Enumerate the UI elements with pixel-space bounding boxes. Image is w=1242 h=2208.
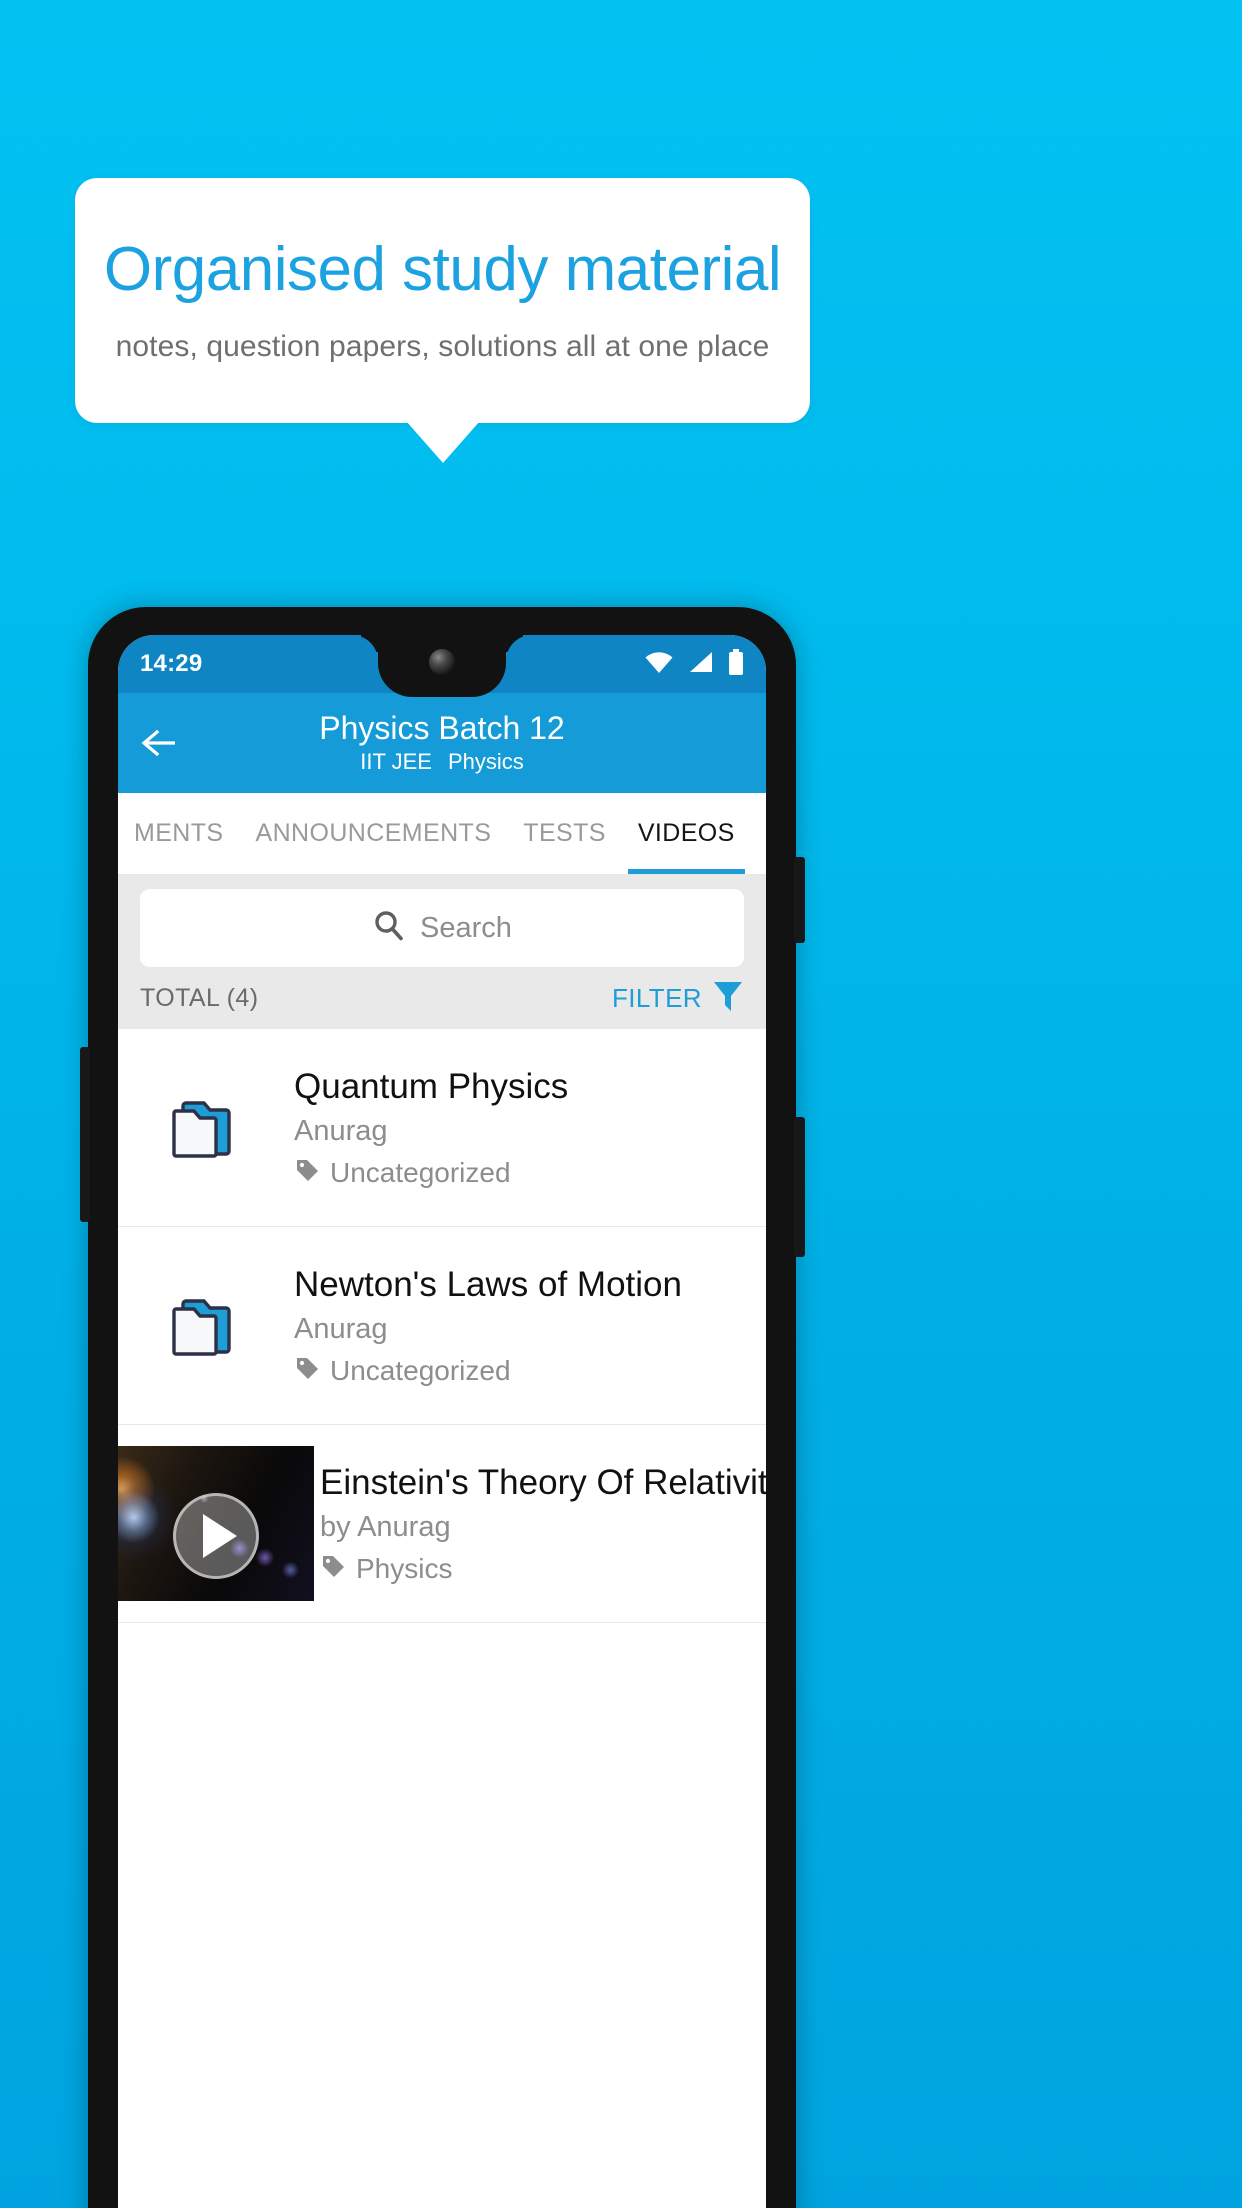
video-thumbnail[interactable] xyxy=(118,1446,314,1601)
tab-label: MENTS xyxy=(134,819,224,847)
tab-tests[interactable]: TESTS xyxy=(507,793,622,874)
list-item[interactable]: Quantum Physics Anurag Uncategorized xyxy=(118,1029,766,1227)
list-item-title: Quantum Physics xyxy=(294,1067,569,1107)
list-item-title: Einstein's Theory Of Relativity xyxy=(320,1463,766,1503)
back-arrow-icon[interactable] xyxy=(136,720,182,766)
list-item-tag: Uncategorized xyxy=(294,1355,750,1387)
breadcrumb: IIT JEE Physics xyxy=(360,749,524,775)
status-bar: 14:29 xyxy=(118,635,766,697)
list-item-text: Quantum Physics Anurag Uncategorized xyxy=(288,1054,766,1201)
phone-power-button[interactable] xyxy=(794,857,805,943)
wifi-icon xyxy=(644,650,674,679)
tab-bar[interactable]: MENTS ANNOUNCEMENTS TESTS VIDEOS xyxy=(118,793,766,875)
tab-label: ANNOUNCEMENTS xyxy=(255,819,492,847)
tab-announcements[interactable]: ANNOUNCEMENTS xyxy=(240,793,508,874)
filter-label: FILTER xyxy=(611,982,702,1013)
app-bar-titles: Physics Batch 12 IIT JEE Physics xyxy=(118,710,766,775)
list-item-text: Newton's Laws of Motion Anurag Uncategor… xyxy=(288,1252,766,1399)
tab-assignments[interactable]: MENTS xyxy=(118,793,240,874)
promo-bubble-tail xyxy=(406,421,480,463)
tag-label: Physics xyxy=(356,1552,453,1584)
status-bar-clock: 14:29 xyxy=(140,650,203,677)
phone-screen: 14:29 Physics Batch 12 IIT JEE Physics M… xyxy=(118,635,766,2208)
play-icon[interactable] xyxy=(173,1492,259,1579)
app-bar: Physics Batch 12 IIT JEE Physics xyxy=(118,693,766,793)
breadcrumb-exam: IIT JEE xyxy=(360,748,432,774)
search-input[interactable]: Search xyxy=(140,889,744,967)
tab-label: TESTS xyxy=(523,819,606,847)
list-item[interactable]: Einstein's Theory Of Relativity by Anura… xyxy=(118,1425,766,1623)
tag-icon xyxy=(294,1355,320,1386)
list-toolbar: TOTAL (4) FILTER xyxy=(118,967,766,1029)
list-item[interactable]: Newton's Laws of Motion Anurag Uncategor… xyxy=(118,1227,766,1425)
filter-icon xyxy=(712,979,744,1018)
front-camera-icon xyxy=(429,649,455,675)
list-item-tag: Uncategorized xyxy=(294,1157,750,1189)
list-item-title: Newton's Laws of Motion xyxy=(294,1265,682,1305)
folder-icon xyxy=(118,1091,288,1165)
tag-icon xyxy=(320,1553,346,1584)
phone-left-button[interactable] xyxy=(80,1047,90,1222)
list-item-text: Einstein's Theory Of Relativity by Anura… xyxy=(314,1450,766,1597)
list-item-author: by Anurag xyxy=(320,1511,451,1544)
tag-label: Uncategorized xyxy=(330,1156,511,1188)
page-title: Physics Batch 12 xyxy=(319,710,565,747)
battery-icon xyxy=(728,648,744,680)
search-placeholder: Search xyxy=(420,911,512,944)
content-list: Quantum Physics Anurag Uncategorized New… xyxy=(118,1029,766,1623)
folder-icon xyxy=(118,1289,288,1363)
tag-icon xyxy=(294,1157,320,1188)
tab-videos[interactable]: VIDEOS xyxy=(622,793,751,874)
tab-label: VIDEOS xyxy=(637,819,735,847)
promo-card: Organised study material notes, question… xyxy=(75,178,810,423)
status-bar-icons xyxy=(644,648,744,680)
filter-button[interactable]: FILTER xyxy=(612,979,744,1018)
promo-title: Organised study material xyxy=(103,234,782,304)
breadcrumb-subject: Physics xyxy=(447,748,524,774)
list-item-author: Anurag xyxy=(294,1115,388,1148)
list-item-author: Anurag xyxy=(294,1313,388,1346)
search-icon xyxy=(372,909,406,948)
list-item-tag: Physics xyxy=(320,1553,750,1585)
search-section: Search xyxy=(118,875,766,967)
promo-subtitle: notes, question papers, solutions all at… xyxy=(115,330,770,364)
phone-volume-button[interactable] xyxy=(794,1117,805,1257)
total-count-label: TOTAL (4) xyxy=(140,983,259,1012)
signal-icon xyxy=(688,650,714,679)
phone-mockup: 14:29 Physics Batch 12 IIT JEE Physics M… xyxy=(80,607,805,2208)
tag-label: Uncategorized xyxy=(330,1354,511,1386)
